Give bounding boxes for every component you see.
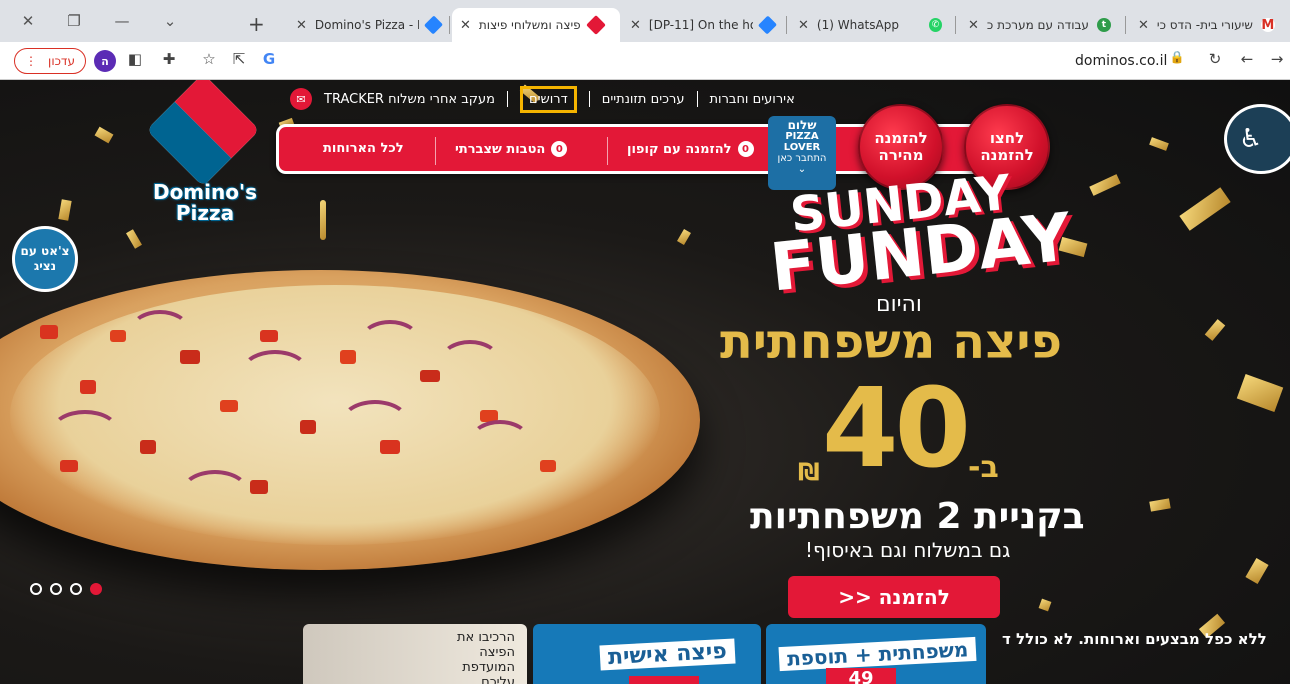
tab-title: שיעורי בית- הדס כי	[1156, 18, 1253, 32]
close-tab-icon[interactable]: ✕	[1138, 18, 1149, 33]
reload-icon[interactable]: ↻	[1204, 50, 1226, 68]
address-bar[interactable]: dominos.co.il	[1075, 53, 1167, 69]
tab-5-active[interactable]: ✕ פיצה ומשלוחי פיצות	[452, 8, 620, 42]
teams-icon: t	[1096, 18, 1111, 32]
benefits-link[interactable]: 0 הטבות שצברתי	[455, 141, 568, 157]
tab-title: (1) WhatsApp	[816, 18, 899, 32]
jira-icon	[758, 15, 778, 35]
click-order-label: לחצו להזמנה	[980, 129, 1034, 164]
family-plus-title: משפחתית + תוספת	[778, 636, 977, 672]
promo-price: 40	[822, 364, 971, 492]
close-tab-icon[interactable]: ✕	[968, 18, 979, 33]
new-tab-button[interactable]: +	[248, 12, 265, 36]
lover-brand2: LOVER	[783, 142, 821, 153]
tab-1[interactable]: ✕ שיעורי בית- הדס כי M	[1130, 8, 1290, 42]
logo-text-line2: Pizza	[175, 201, 235, 225]
lover-hello: שלום	[787, 118, 817, 132]
slider-dots	[30, 583, 102, 595]
slider-dot-active[interactable]	[90, 583, 102, 595]
nav-events[interactable]: אירועים וחברות	[710, 92, 795, 107]
nav-jobs[interactable]: דרושים	[519, 85, 577, 113]
chat-button[interactable]: צ'אט עם נציג	[12, 226, 78, 292]
profile-avatar[interactable]: ה	[94, 50, 116, 72]
pizza-lover-login[interactable]: שלום PIZZA LOVER התחבר כאן ⌄	[768, 116, 836, 190]
update-button[interactable]: ⋮ עדכון	[14, 48, 86, 74]
minimize-window-icon[interactable]: —	[102, 12, 142, 30]
personal-pizza-title: פיצה אישית	[599, 638, 736, 671]
slider-dot[interactable]	[50, 583, 62, 595]
accessibility-icon[interactable]: ♿	[1224, 104, 1290, 174]
whatsapp-icon: ✆	[928, 18, 942, 32]
promo-family-pizza: פיצה משפחתית	[720, 314, 1063, 370]
forward-icon[interactable]: →	[1266, 50, 1288, 68]
nav-tracker-label: מעקב אחרי משלוח TRACKER	[324, 91, 495, 107]
nav-tracker[interactable]: מעקב אחרי משלוח TRACKER	[324, 92, 495, 107]
gmail-icon: M	[1260, 17, 1275, 33]
tab-title: עבודה עם מערכת כ	[986, 18, 1089, 32]
chat-label: צ'אט עם נציג	[20, 244, 70, 273]
promo-disclaimer: ללא כפל מבצעים וארוחות. לא כולל ד	[1002, 630, 1267, 648]
tab-6[interactable]: ✕ Domino's Pizza - Is	[288, 8, 448, 42]
personal-price-tag	[629, 676, 699, 684]
lock-icon[interactable]: 🔒	[1166, 50, 1188, 64]
share-icon[interactable]: ⇱	[228, 50, 250, 68]
all-meals-link[interactable]: לכל הארוחות	[323, 141, 404, 156]
benefits-label: הטבות שצברתי	[455, 141, 546, 157]
close-tab-icon[interactable]: ✕	[798, 18, 809, 33]
lover-join: התחבר כאן	[777, 153, 827, 164]
restore-window-icon[interactable]: ❐	[54, 12, 94, 30]
update-label: עדכון	[48, 54, 75, 68]
close-window-icon[interactable]: ✕	[8, 12, 48, 30]
promo-also: גם במשלוח וגם באיסוף!	[805, 538, 1011, 562]
coupon-order-link[interactable]: 0 להזמנה עם קופון	[627, 141, 754, 157]
family-plus-card[interactable]: משפחתית + תוספת 49	[766, 624, 986, 684]
tab-3[interactable]: ✕ (1) WhatsApp ✆	[790, 8, 950, 42]
coupon-label: להזמנה עם קופון	[627, 141, 732, 157]
lover-brand1: PIZZA	[785, 131, 819, 142]
tab-title: פיצה ומשלוחי פיצות	[478, 18, 581, 32]
bookmark-star-icon[interactable]: ☆	[198, 50, 220, 68]
coupon-count-badge: 0	[737, 141, 754, 157]
sidepanel-icon[interactable]: ◧	[124, 50, 146, 68]
tab-title: [DP-11] On the hor	[648, 18, 754, 32]
personal-pizza-card[interactable]: פיצה אישית	[533, 624, 761, 684]
all-meals-label: לכל הארוחות	[323, 141, 404, 156]
order-now-label: להזמנה <<	[838, 585, 950, 609]
promo-buy2: בקניית 2 משפחתיות	[750, 496, 1085, 537]
google-icon[interactable]: G	[258, 50, 280, 68]
jira-icon	[423, 15, 444, 35]
logo-text-line1: Domino's	[152, 180, 258, 204]
benefits-count-badge: 0	[551, 141, 568, 157]
extensions-icon[interactable]: ✚	[158, 50, 180, 68]
dominos-homepage: Domino's Pizza ⬇ אירועים וחברות ערכים תז…	[0, 80, 1290, 684]
nav-nutrition[interactable]: ערכים תזונתיים	[602, 92, 685, 107]
build-pizza-card[interactable]: הרכיבו את הפיצה המועדפת עליכם	[303, 624, 527, 684]
dominos-icon	[585, 15, 606, 35]
build-pizza-text: הרכיבו את הפיצה המועדפת עליכם	[456, 630, 515, 684]
top-nav: אירועים וחברות ערכים תזונתיים דרושים מעק…	[284, 85, 795, 113]
tracker-icon: ✉	[290, 88, 312, 110]
tab-4[interactable]: ✕ [DP-11] On the hor	[622, 8, 782, 42]
tab-2[interactable]: ✕ עבודה עם מערכת כ t	[960, 8, 1120, 42]
slider-dot[interactable]	[70, 583, 82, 595]
family-plus-price: 49	[826, 668, 896, 684]
tab-title: Domino's Pizza - Is	[314, 18, 419, 32]
more-icon: ⋮	[25, 54, 37, 68]
quick-order-label: להזמנה מהירה	[874, 129, 928, 164]
close-tab-icon[interactable]: ✕	[296, 18, 307, 33]
dominos-logo[interactable]: Domino's Pizza	[145, 80, 265, 230]
tab-strip: ✕ ❐ — ⌄ + ✕ Domino's Pizza - Is ✕ פיצה ו…	[0, 0, 1290, 42]
close-tab-icon[interactable]: ✕	[460, 18, 471, 33]
promo-prefix: ב-	[968, 450, 999, 485]
close-tab-icon[interactable]: ✕	[630, 18, 641, 33]
chevron-down-icon: ⌄	[797, 164, 807, 175]
back-icon[interactable]: ←	[1236, 50, 1258, 68]
slider-dot[interactable]	[30, 583, 42, 595]
tab-search-icon[interactable]: ⌄	[150, 12, 190, 30]
browser-toolbar: ⋮ עדכון ה ◧ ✚ ☆ ⇱ G dominos.co.il 🔒 ↻ ← …	[0, 42, 1290, 80]
order-now-button[interactable]: להזמנה <<	[788, 576, 1000, 618]
promo-currency: ₪	[798, 458, 820, 486]
